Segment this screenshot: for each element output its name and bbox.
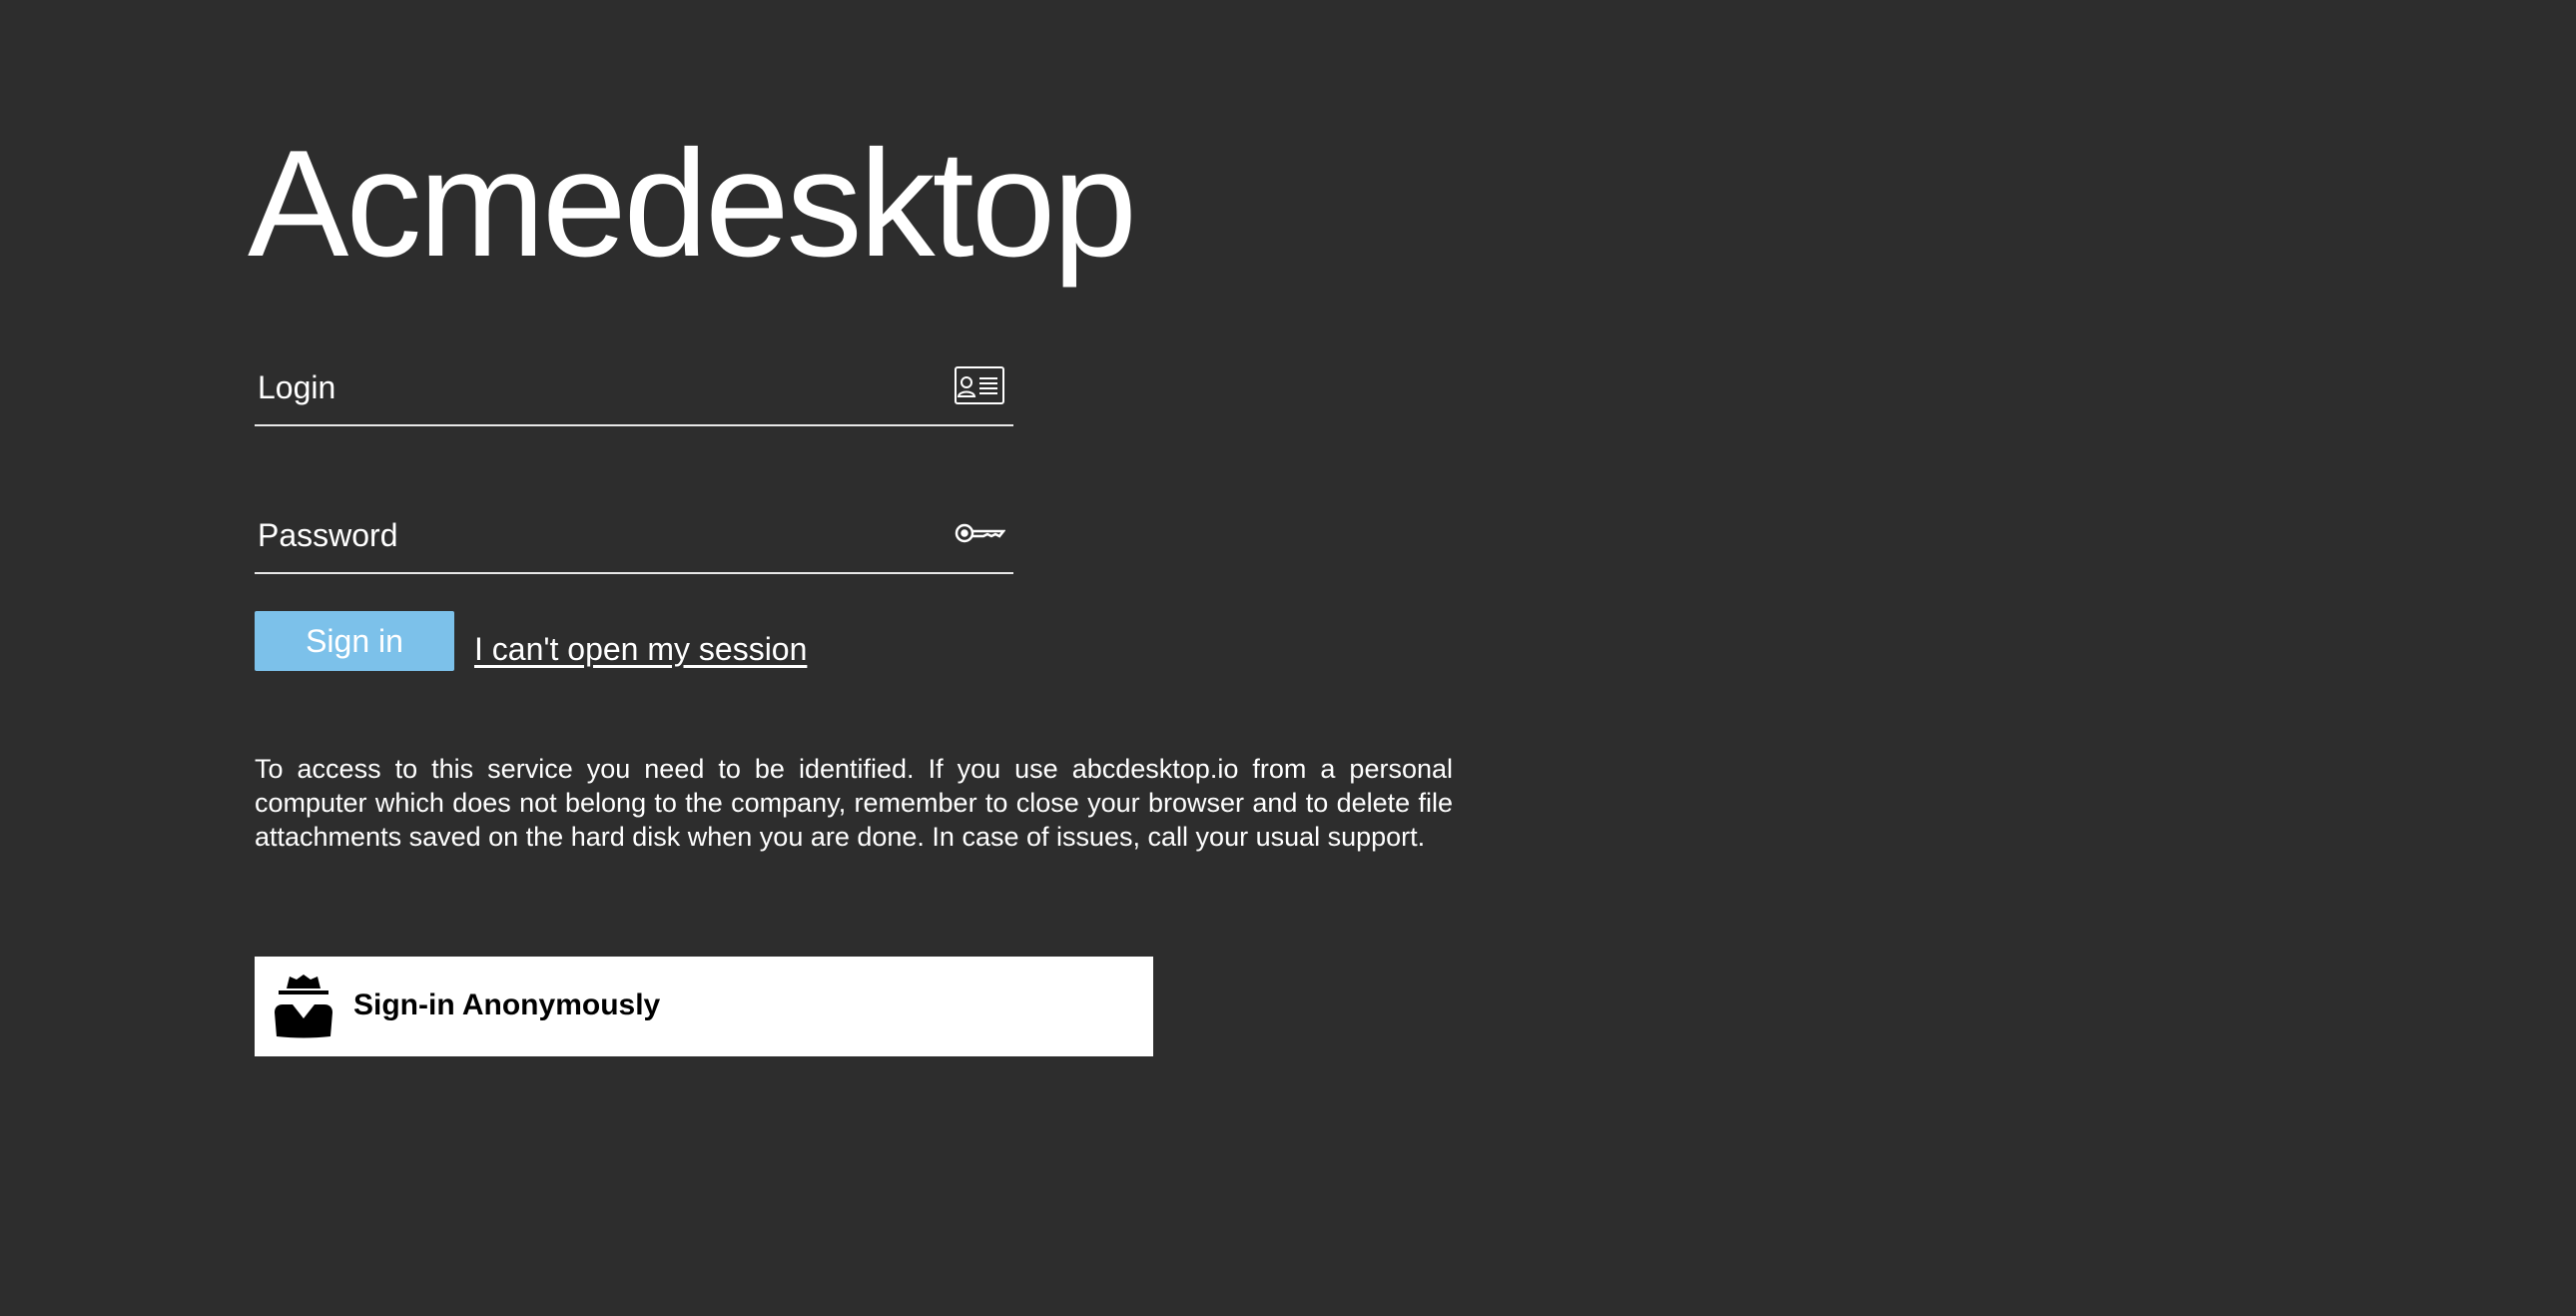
signin-anonymously-button[interactable]: Sign-in Anonymously [255, 957, 1153, 1056]
key-icon [954, 513, 1006, 553]
app-title: Acmedesktop [248, 119, 1137, 289]
cant-open-session-link[interactable]: I can't open my session [474, 631, 807, 668]
access-notice: To access to this service you need to be… [255, 754, 1453, 852]
login-input[interactable] [258, 354, 917, 420]
login-field[interactable] [255, 354, 1013, 426]
incognito-icon [273, 975, 334, 1038]
password-field[interactable] [255, 502, 1013, 574]
signin-button[interactable]: Sign in [255, 611, 454, 671]
id-card-icon [954, 365, 1005, 405]
signin-anonymously-label: Sign-in Anonymously [353, 988, 661, 1021]
password-input[interactable] [258, 502, 917, 568]
